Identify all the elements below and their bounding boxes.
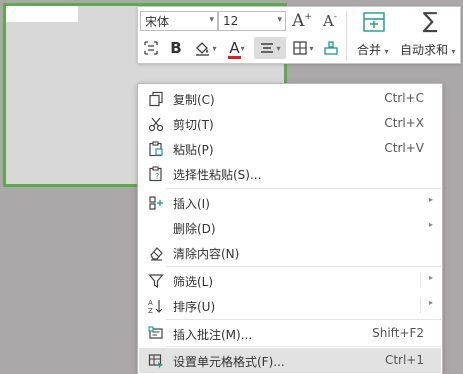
format-painter-icon <box>324 41 338 55</box>
menu-item-label: 复制(C) <box>173 93 215 107</box>
menu-separator <box>166 319 441 320</box>
menu-item-clear-contents[interactable]: 清除内容(N) <box>139 240 441 265</box>
align-center-icon <box>261 43 274 53</box>
chevron-down-icon: ▾ <box>276 43 281 53</box>
menu-item-label: 清除内容(N) <box>173 247 240 261</box>
menu-item-label: 设置单元格格式(F)... <box>173 355 285 369</box>
paste-special-icon: ? <box>147 165 165 183</box>
format-cells-icon <box>147 352 165 370</box>
font-color-icon: A <box>228 38 242 59</box>
menu-item-paste-special[interactable]: ? 选择性粘贴(S)... <box>139 161 441 186</box>
eraser-icon <box>147 244 165 262</box>
chevron-down-icon: ▾ <box>449 47 456 56</box>
menu-item-insert[interactable]: 插入(I) ▸ <box>139 190 441 215</box>
menu-item-filter[interactable]: 筛选(L) ▸ <box>139 268 441 293</box>
autosum-label-text: 自动求和 <box>400 43 449 57</box>
sigma-icon: ∑ <box>422 9 438 34</box>
menu-item-insert-comment[interactable]: 插入批注(M)... Shift+F2 <box>139 321 441 346</box>
menu-item-label: 剪切(T) <box>173 118 214 132</box>
menu-item-delete[interactable]: 删除(D) ▸ <box>139 215 441 240</box>
borders-button[interactable]: ▾ <box>288 37 318 59</box>
font-color-letter: A <box>229 38 240 57</box>
paste-icon <box>147 140 165 158</box>
menu-item-cut[interactable]: 剪切(T) Ctrl+X <box>139 111 441 136</box>
menu-item-shortcut: Ctrl+V <box>384 141 424 155</box>
increase-font-size-button[interactable]: A + <box>290 9 314 33</box>
copy-icon <box>147 90 165 108</box>
svg-text:?: ? <box>155 172 159 181</box>
submenu-divider <box>420 272 421 288</box>
menu-item-label: 插入批注(M)... <box>173 328 253 342</box>
scissors-icon <box>147 115 165 133</box>
font-size-value: 12 <box>223 14 239 28</box>
decrease-font-size-button[interactable]: A- <box>318 9 342 33</box>
bold-button[interactable]: B <box>165 37 187 59</box>
menu-separator <box>166 346 441 347</box>
chevron-down-icon: ▾ <box>240 43 245 53</box>
menu-separator <box>166 266 441 267</box>
format-painter-button[interactable] <box>320 37 342 59</box>
decrease-font-icon: A <box>322 12 334 30</box>
merge-button[interactable] <box>360 10 388 34</box>
toolbar-divider <box>346 11 347 61</box>
menu-item-format-cells[interactable]: 设置单元格格式(F)... Ctrl+1 <box>139 348 441 373</box>
chevron-down-icon: ▾ <box>309 43 314 53</box>
autosum-button-label[interactable]: 自动求和 ▾ <box>400 41 456 58</box>
fill-color-button[interactable]: ▾ <box>190 37 220 59</box>
filter-icon <box>147 272 165 290</box>
submenu-divider <box>420 297 421 313</box>
menu-item-label: 筛选(L) <box>173 275 214 289</box>
merge-label-text: 合并 <box>357 43 382 57</box>
menu-item-sort[interactable]: AZ 排序(U) ▸ <box>139 293 441 318</box>
chevron-right-icon: ▸ <box>428 220 433 229</box>
align-center-button[interactable]: ▾ <box>254 37 286 59</box>
chevron-down-icon: ▾ <box>382 47 389 56</box>
menu-separator <box>166 188 441 189</box>
menu-item-shortcut: Ctrl+C <box>384 91 424 105</box>
wrap-text-button[interactable] <box>140 37 162 59</box>
menu-item-shortcut: Ctrl+X <box>384 116 424 130</box>
font-name-select[interactable]: 宋体 ▾ <box>140 11 218 31</box>
chevron-down-icon: ▾ <box>212 43 217 53</box>
menu-item-shortcut: Shift+F2 <box>372 326 424 340</box>
chevron-right-icon: ▸ <box>428 273 433 282</box>
merge-cells-icon <box>363 12 385 32</box>
increase-font-icon: A <box>292 11 305 31</box>
borders-icon <box>293 41 308 55</box>
wrap-text-icon <box>144 41 158 55</box>
chevron-down-icon: ▾ <box>209 15 214 25</box>
font-size-select[interactable]: 12 ▾ <box>218 11 286 31</box>
chevron-right-icon: ▸ <box>428 195 433 204</box>
menu-item-copy[interactable]: 复制(C) Ctrl+C <box>139 86 441 111</box>
bold-icon: B <box>170 39 182 57</box>
cell-white-fill <box>6 6 78 22</box>
font-name-value: 宋体 <box>145 14 170 29</box>
menu-item-paste[interactable]: 粘贴(P) Ctrl+V <box>139 136 441 161</box>
floating-format-toolbar: 宋体 ▾ 12 ▾ A + A- ∑ B ▾ A ▾ ▾ ▾ 合并 ▾ 自动求和… <box>137 6 461 64</box>
svg-text:A: A <box>148 299 153 307</box>
context-menu: 复制(C) Ctrl+C 剪切(T) Ctrl+X 粘贴(P) Ctrl+V ?… <box>137 83 443 374</box>
menu-item-label: 插入(I) <box>173 197 210 211</box>
menu-item-label: 排序(U) <box>173 300 216 314</box>
chevron-down-icon: ▾ <box>277 15 282 25</box>
insert-icon <box>147 194 165 212</box>
menu-item-label: 删除(D) <box>173 222 216 236</box>
autosum-button[interactable]: ∑ <box>416 10 444 34</box>
comment-icon <box>147 325 165 343</box>
menu-item-label: 粘贴(P) <box>173 143 214 157</box>
menu-item-label: 选择性粘贴(S)... <box>173 168 262 182</box>
chevron-right-icon: ▸ <box>428 298 433 307</box>
sort-az-icon: AZ <box>147 297 165 315</box>
svg-text:Z: Z <box>148 307 153 314</box>
font-color-button[interactable]: A ▾ <box>223 37 251 59</box>
paint-bucket-icon <box>196 42 210 56</box>
menu-item-shortcut: Ctrl+1 <box>384 353 424 367</box>
merge-button-label[interactable]: 合并 ▾ <box>357 41 389 58</box>
